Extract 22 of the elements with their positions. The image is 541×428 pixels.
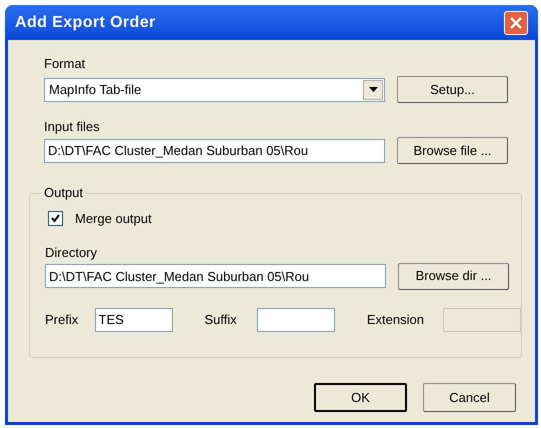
merge-output-label: Merge output [75,210,152,228]
merge-checkbox[interactable] [48,211,63,226]
input-files-label: Input files [44,118,101,136]
directory-label: Directory [45,244,98,262]
directory-field[interactable]: D:\DT\FAC Cluster_Medan Suburban 05\Rou [45,264,386,288]
dialog-button[interactable]: Cancel [423,383,516,412]
dialog-button[interactable]: OK [314,383,407,412]
close-icon [509,16,523,30]
window-title: Add Export Order [15,12,156,32]
extension-label: Extension [366,310,425,329]
close-button[interactable] [504,10,528,34]
prefix-field[interactable]: TES [94,308,173,332]
format-label: Format [44,55,86,73]
output-legend: Output [42,185,86,201]
suffix-label: Suffix [204,310,238,329]
suffix-field[interactable] [256,308,335,332]
setup-button[interactable]: Setup... [397,76,508,103]
browse-file-button[interactable]: Browse file ... [397,137,508,164]
browse-dir-button[interactable]: Browse dir ... [398,262,509,290]
format-dropdown[interactable]: MapInfo Tab-file [44,78,385,102]
prefix-label: Prefix [45,310,80,329]
input-files-field[interactable]: D:\DT\FAC Cluster_Medan Suburban 05\Rou [44,138,385,162]
